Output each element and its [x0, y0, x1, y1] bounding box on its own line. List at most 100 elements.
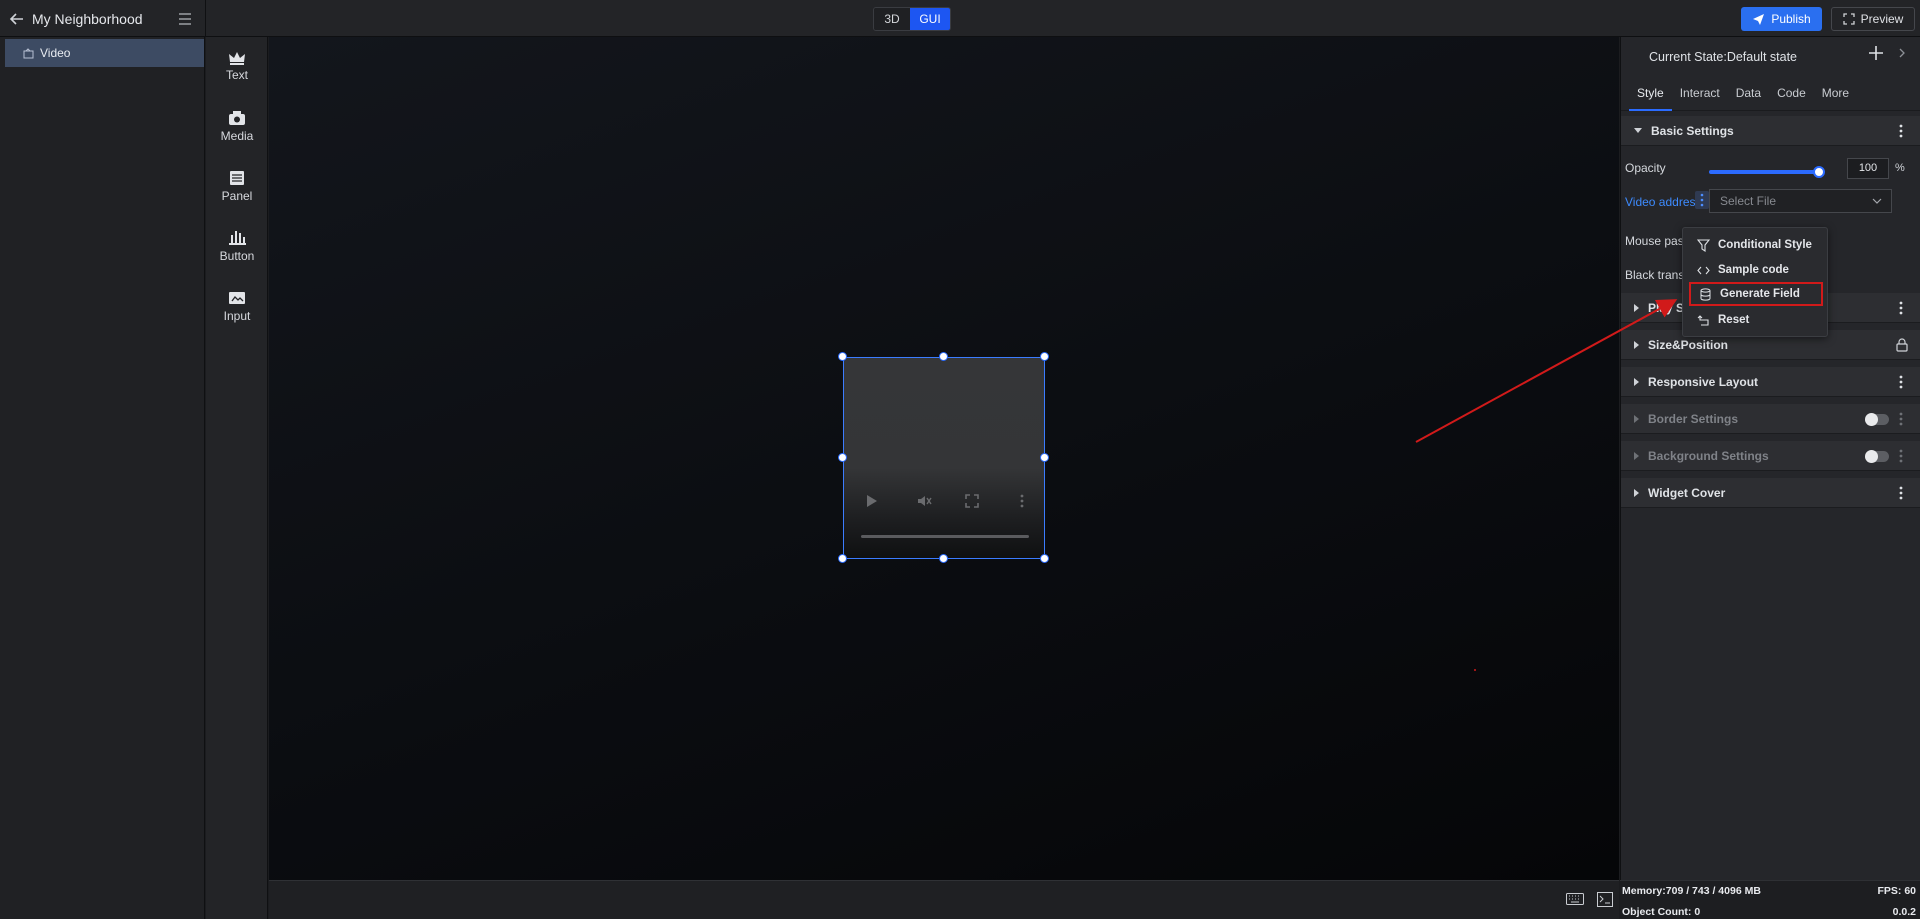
current-state-label: Current State:Default state	[1649, 50, 1797, 64]
publish-button[interactable]: Publish	[1741, 7, 1822, 31]
section-title: Basic Settings	[1651, 123, 1734, 138]
opacity-slider-track[interactable]	[1709, 170, 1819, 174]
mute-icon[interactable]	[916, 493, 932, 509]
chevron-right-icon[interactable]	[1897, 47, 1907, 59]
section-title: Border Settings	[1648, 411, 1739, 426]
more-vertical-icon[interactable]	[1898, 123, 1904, 139]
palette-item-button[interactable]: Button	[206, 230, 268, 270]
more-vertical-icon[interactable]	[1898, 300, 1904, 316]
section-widget-cover[interactable]: Widget Cover	[1621, 478, 1920, 508]
filter-icon	[1697, 238, 1710, 252]
status-bar: Memory:709 / 743 / 4096 MB FPS: 60 Objec…	[1620, 880, 1920, 919]
tab-interact[interactable]: Interact	[1672, 82, 1728, 110]
palette-label: Media	[220, 129, 254, 143]
resize-handle[interactable]	[1040, 453, 1049, 462]
black-trans-label: Black trans	[1625, 268, 1685, 282]
preview-button[interactable]: Preview	[1831, 7, 1915, 31]
more-vertical-icon[interactable]	[1898, 374, 1904, 390]
publish-label: Publish	[1771, 12, 1811, 26]
section-border-settings[interactable]: Border Settings	[1621, 404, 1920, 434]
tab-code[interactable]: Code	[1769, 82, 1814, 110]
more-vertical-icon	[1700, 193, 1704, 207]
video-progress-bar[interactable]	[861, 535, 1029, 538]
button-icon	[229, 231, 246, 245]
menu-item-conditional-style[interactable]: Conditional Style	[1689, 233, 1823, 257]
palette-item-text[interactable]: Text	[206, 51, 268, 91]
resize-handle[interactable]	[838, 453, 847, 462]
layer-tree: Video	[0, 37, 205, 919]
menu-item-label: Sample code	[1718, 264, 1789, 276]
video-address-more-button[interactable]	[1695, 191, 1709, 209]
menu-item-generate-field[interactable]: Generate Field	[1689, 282, 1823, 306]
video-widget[interactable]	[843, 357, 1045, 559]
resize-handle[interactable]	[838, 352, 847, 361]
more-vertical-icon[interactable]	[1898, 448, 1904, 464]
more-vertical-icon[interactable]	[1898, 411, 1904, 427]
resize-handle[interactable]	[1040, 352, 1049, 361]
mode-switch: 3D GUI	[873, 7, 951, 31]
plus-icon[interactable]	[1867, 44, 1885, 62]
section-responsive-layout[interactable]: Responsive Layout	[1621, 367, 1920, 397]
opacity-slider-knob[interactable]	[1813, 166, 1825, 178]
section-background-settings[interactable]: Background Settings	[1621, 441, 1920, 471]
resize-handle[interactable]	[939, 352, 948, 361]
state-header: Current State:Default state	[1621, 37, 1920, 73]
section-title: Background Settings	[1648, 448, 1769, 463]
tab-style[interactable]: Style	[1629, 82, 1672, 111]
tree-item-video[interactable]: Video	[5, 39, 204, 67]
panel-tabs: Style Interact Data Code More	[1621, 82, 1920, 111]
crown-icon	[229, 52, 245, 65]
terminal-icon[interactable]	[1597, 892, 1613, 907]
tab-more[interactable]: More	[1814, 82, 1857, 110]
play-icon[interactable]	[863, 493, 879, 509]
menu-item-reset[interactable]: Reset	[1689, 308, 1823, 332]
fullscreen-icon	[1843, 13, 1855, 25]
caret-right-icon	[1634, 340, 1639, 349]
resize-handle[interactable]	[1040, 554, 1049, 563]
video-file-select[interactable]: Select File	[1709, 189, 1892, 213]
palette-item-input[interactable]: Input	[206, 290, 268, 330]
palette-label: Input	[223, 309, 251, 323]
menu-item-label: Generate Field	[1720, 288, 1800, 300]
menu-item-label: Conditional Style	[1718, 239, 1812, 251]
top-bar: My Neighborhood 3D GUI Publish Preview	[0, 0, 1920, 37]
more-vertical-icon[interactable]	[1898, 485, 1904, 501]
fps-readout: FPS: 60	[1877, 885, 1916, 897]
section-title: Widget Cover	[1648, 485, 1726, 500]
section-basic-settings[interactable]: Basic Settings	[1621, 116, 1920, 146]
lock-icon[interactable]	[1896, 338, 1908, 352]
database-icon	[1700, 287, 1711, 301]
keyboard-icon[interactable]	[1566, 893, 1584, 905]
palette-item-panel[interactable]: Panel	[206, 170, 268, 210]
video-address-label: Video address	[1625, 195, 1702, 209]
memory-readout: Memory:709 / 743 / 4096 MB	[1622, 885, 1761, 897]
tab-data[interactable]: Data	[1728, 82, 1769, 110]
mode-gui-button[interactable]: GUI	[910, 8, 950, 30]
resize-handle[interactable]	[838, 554, 847, 563]
resize-handle[interactable]	[939, 554, 948, 563]
palette-item-media[interactable]: Media	[206, 110, 268, 150]
mode-3d-button[interactable]: 3D	[874, 8, 910, 30]
opacity-input[interactable]: 100	[1847, 158, 1889, 179]
chevron-down-icon	[1872, 198, 1882, 204]
fullscreen-icon[interactable]	[964, 493, 980, 509]
palette-label: Button	[219, 249, 255, 263]
caret-right-icon	[1634, 377, 1639, 386]
caret-right-icon	[1634, 303, 1639, 312]
video-layer-icon	[23, 47, 34, 58]
background-toggle[interactable]	[1865, 450, 1889, 463]
version-label: 0.0.2	[1892, 906, 1916, 918]
section-title: Play S	[1648, 300, 1685, 315]
menu-icon[interactable]	[176, 10, 194, 28]
border-toggle[interactable]	[1865, 413, 1889, 426]
caret-right-icon	[1634, 488, 1639, 497]
more-vertical-icon[interactable]	[1014, 493, 1030, 509]
code-icon	[1697, 266, 1710, 274]
menu-item-sample-code[interactable]: Sample code	[1689, 258, 1823, 282]
input-icon	[229, 292, 245, 304]
section-title: Size&Position	[1648, 337, 1729, 352]
caret-down-icon	[1634, 128, 1642, 133]
opacity-unit: %	[1895, 162, 1905, 174]
project-name: My Neighborhood	[32, 11, 143, 27]
back-arrow-icon[interactable]	[8, 10, 26, 28]
